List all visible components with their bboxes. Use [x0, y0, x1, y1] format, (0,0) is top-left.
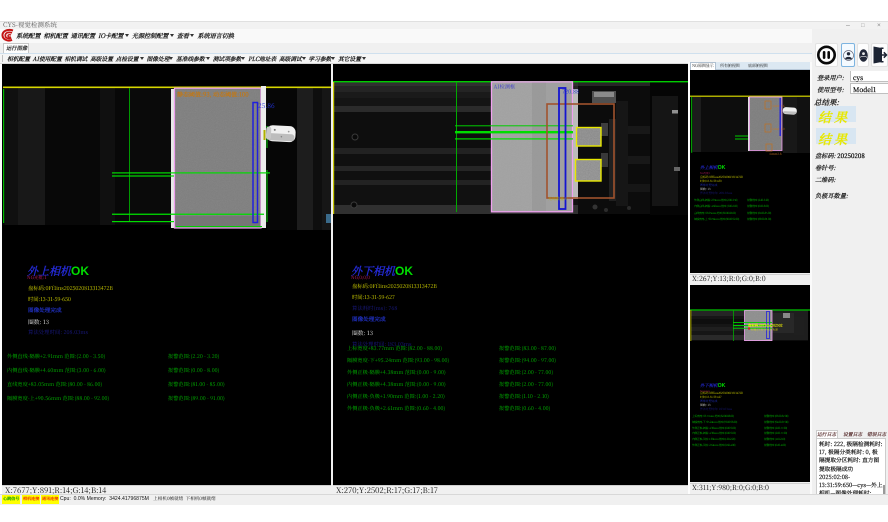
svg-text:4 mm2.8: 4 mm2.8	[769, 152, 782, 156]
svg-text:720.88: 720.88	[562, 88, 579, 96]
svg-text:4 mm3.0: 4 mm3.0	[772, 127, 785, 131]
svg-text:光斑数量:0: 光斑数量:0	[548, 196, 568, 202]
svg-text:4 mm2.6: 4 mm2.6	[772, 104, 785, 108]
svg-text:时间:13-31-59-627 标定: 时间:13-31-59-627 标定	[751, 328, 779, 332]
svg-text:AI检测框: AI检测框	[494, 83, 517, 91]
svg-text:25.86: 25.86	[258, 101, 275, 110]
svg-text:静态阈值:93, 动态阈值:100: 静态阈值:93, 动态阈值:100	[177, 90, 249, 99]
